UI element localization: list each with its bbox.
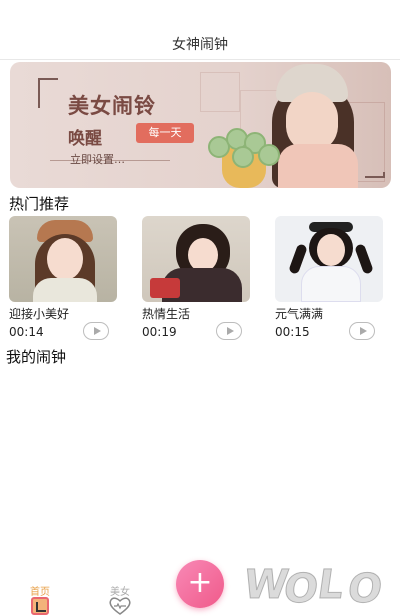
home-icon: [31, 597, 49, 615]
banner-bouquet-image: [202, 118, 282, 188]
hot-card-thumbnail[interactable]: [9, 216, 117, 302]
banner-corner: [38, 78, 58, 108]
hot-card-name: 迎接小美好: [9, 307, 70, 321]
play-icon[interactable]: [216, 322, 242, 340]
banner-subtitle: 唤醒: [68, 129, 102, 149]
hot-card-duration: 00:19: [142, 325, 177, 339]
tab-home-label: 首页: [30, 587, 50, 598]
app-header: 女神闹钟: [0, 0, 400, 60]
hot-card-thumbnail[interactable]: [142, 216, 250, 302]
banner-corner: [365, 172, 385, 178]
hot-card-name: 热情生活: [142, 307, 191, 321]
my-alarms-title: 我的闹钟: [6, 348, 67, 366]
hot-card-thumbnail[interactable]: [275, 216, 383, 302]
play-icon[interactable]: [349, 322, 375, 340]
banner-title: 美女闹铃: [68, 94, 156, 118]
plus-icon: +: [187, 565, 213, 600]
hot-card-duration: 00:14: [9, 325, 44, 339]
banner-badge: 每一天: [136, 123, 194, 143]
play-icon[interactable]: [83, 322, 109, 340]
hot-section-title: 热门推荐: [9, 195, 70, 213]
banner-decoration: [200, 72, 240, 112]
watermark-logo: W O L O: [240, 562, 388, 613]
tab-home[interactable]: 首页: [10, 580, 70, 616]
hot-card-name: 元气满满: [275, 307, 324, 321]
banner-setup-link[interactable]: 立即设置…: [70, 151, 125, 167]
tab-girl[interactable]: 美女: [90, 580, 150, 616]
hot-card-duration: 00:15: [275, 325, 310, 339]
add-alarm-button[interactable]: +: [176, 560, 224, 608]
tab-girl-label: 美女: [110, 587, 130, 598]
promo-banner[interactable]: 美女闹铃 唤醒 每一天 立即设置…: [10, 62, 391, 188]
page-title: 女神闹钟: [172, 37, 228, 53]
heart-icon: [108, 597, 132, 615]
